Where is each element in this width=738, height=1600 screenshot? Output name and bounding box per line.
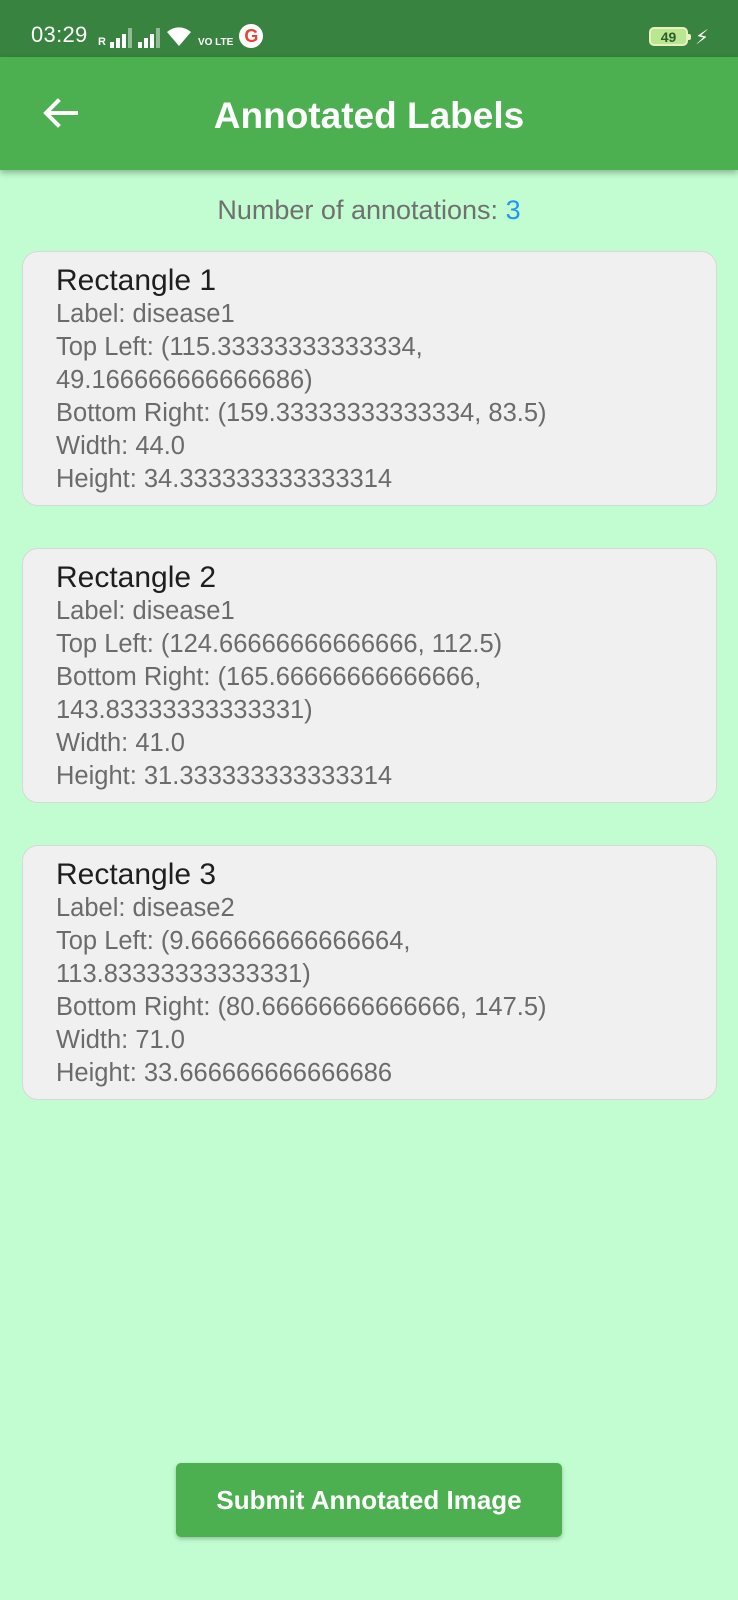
rectangle-label: Label: disease1: [56, 597, 235, 625]
rectangle-height: Height: 34.333333333333314: [56, 465, 393, 493]
wifi-icon: [166, 27, 191, 46]
rectangle-label: Label: disease1: [56, 300, 235, 328]
rectangle-bottom-right: Bottom Right: (165.66666666666666,: [56, 663, 482, 691]
rectangle-label: Label: disease2: [56, 894, 235, 922]
rectangle-bottom-right: Bottom Right: (80.66666666666666, 147.5): [56, 993, 547, 1021]
rectangle-top-left: Top Left: (9.666666666666664,: [56, 927, 411, 955]
status-bar: 03:29 R VO LTE G 49 ⚡︎: [0, 0, 738, 57]
rectangle-title: Rectangle 1: [56, 264, 217, 297]
annotation-count-label: Number of annotations:: [217, 195, 506, 225]
rectangle-card: Rectangle 3 Label: disease2 Top Left: (9…: [22, 845, 717, 1100]
volte-icon: VO LTE: [197, 37, 234, 48]
google-icon: G: [239, 24, 264, 48]
rectangle-top-left-cont: 49.166666666666686): [56, 366, 313, 394]
rectangle-card: Rectangle 1 Label: disease1 Top Left: (1…: [22, 251, 717, 506]
rectangle-top-left: Top Left: (115.33333333333334,: [56, 333, 423, 361]
rectangle-card: Rectangle 2 Label: disease1 Top Left: (1…: [22, 548, 717, 803]
rectangle-title: Rectangle 2: [56, 561, 217, 594]
rectangle-bottom-right: Bottom Right: (159.33333333333334, 83.5): [56, 399, 547, 427]
signal-icon: [137, 26, 160, 48]
app-bar: Annotated Labels: [0, 57, 738, 170]
status-time: 03:29: [31, 22, 88, 47]
roaming-indicator: R: [98, 36, 106, 48]
bolt-icon: ⚡︎: [695, 27, 710, 49]
annotation-count-value: 3: [505, 195, 521, 225]
status-icons: R VO LTE G: [98, 20, 264, 48]
battery-icon: 49: [649, 27, 691, 46]
submit-annotated-image-button[interactable]: Submit Annotated Image: [176, 1463, 562, 1537]
rectangle-title: Rectangle 3: [56, 858, 217, 891]
rectangle-width: Width: 41.0: [56, 729, 185, 757]
rectangle-top-left: Top Left: (124.66666666666666, 112.5): [56, 630, 503, 658]
rectangle-height: Height: 31.333333333333314: [56, 762, 393, 790]
page-title: Annotated Labels: [213, 95, 525, 136]
rectangle-bottom-right-cont: 143.83333333333331): [56, 696, 313, 724]
signal-icon: R: [98, 26, 132, 48]
rectangle-width: Width: 71.0: [56, 1026, 185, 1054]
rectangle-top-left-cont: 113.83333333333331): [56, 960, 311, 988]
rectangle-width: Width: 44.0: [56, 432, 185, 460]
rectangle-height: Height: 33.666666666666686: [56, 1059, 393, 1087]
annotation-count: Number of annotations: 3: [0, 195, 738, 226]
